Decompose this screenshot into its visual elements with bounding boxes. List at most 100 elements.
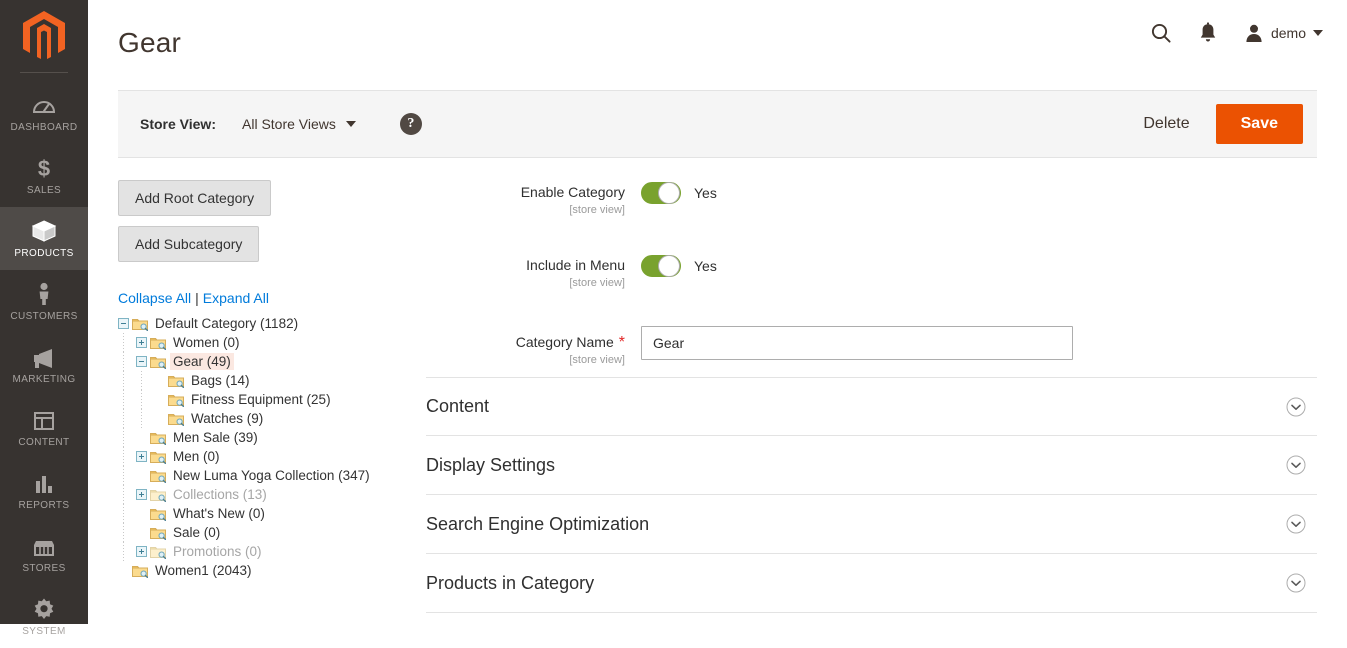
tree-node-label[interactable]: Gear (49) (170, 353, 234, 370)
section-title: Content (426, 396, 489, 417)
include-in-menu-toggle[interactable] (641, 255, 681, 277)
sidebar-item-stores[interactable]: STORES (0, 522, 88, 585)
tree-node-label[interactable]: Sale (0) (170, 524, 223, 541)
tree-expand-icon[interactable] (136, 451, 147, 462)
tree-collapse-icon[interactable] (118, 318, 129, 329)
category-name-label-text: Category Name (516, 334, 614, 350)
enable-category-scope: [store view] (426, 204, 625, 216)
tree-node[interactable]: Watches (9) (118, 409, 418, 428)
section-display-settings[interactable]: Display Settings (426, 436, 1317, 495)
add-root-category-button[interactable]: Add Root Category (118, 180, 271, 216)
chevron-down-circle-icon[interactable] (1286, 397, 1306, 417)
chevron-down-circle-icon[interactable] (1286, 514, 1306, 534)
sidebar-item-marketing[interactable]: MARKETING (0, 333, 88, 396)
store-view-select[interactable]: All Store Views (242, 116, 356, 132)
dashboard-icon (32, 93, 56, 117)
tree-node[interactable]: Promotions (0) (118, 542, 418, 561)
tree-node-label[interactable]: Watches (9) (188, 410, 266, 427)
sidebar-item-reports[interactable]: REPORTS (0, 459, 88, 522)
nav-divider (20, 72, 68, 73)
add-subcategory-button[interactable]: Add Subcategory (118, 226, 259, 262)
enable-category-control: Yes (641, 180, 717, 204)
tree-indent-guide (118, 428, 136, 447)
tree-expand-icon[interactable] (136, 489, 147, 500)
expand-all-link[interactable]: Expand All (203, 290, 269, 306)
sidebar-item-label: DASHBOARD (11, 122, 78, 133)
tree-node-label[interactable]: Default Category (1182) (152, 315, 301, 332)
collapse-all-link[interactable]: Collapse All (118, 290, 191, 306)
tree-node-label[interactable]: Collections (13) (170, 486, 270, 503)
required-marker: * (619, 334, 625, 351)
magento-logo[interactable] (0, 0, 88, 72)
tree-node[interactable]: Men Sale (39) (118, 428, 418, 447)
tree-node-label[interactable]: What's New (0) (170, 505, 268, 522)
tree-node[interactable]: What's New (0) (118, 504, 418, 523)
sidebar-item-products[interactable]: PRODUCTS (0, 207, 88, 270)
sidebar-item-dashboard[interactable]: DASHBOARD (0, 81, 88, 144)
chevron-down-circle-icon[interactable] (1286, 573, 1306, 593)
tree-node-label[interactable]: Bags (14) (188, 372, 253, 389)
bar-chart-icon (33, 471, 55, 495)
tree-node[interactable]: Sale (0) (118, 523, 418, 542)
enable-category-toggle[interactable] (641, 182, 681, 204)
tree-node-label[interactable]: Promotions (0) (170, 543, 265, 560)
delete-button[interactable]: Delete (1139, 109, 1193, 139)
folder-icon (150, 336, 166, 350)
tree-expand-icon[interactable] (136, 337, 147, 348)
tree-node-label[interactable]: Men Sale (39) (170, 429, 261, 446)
tree-node[interactable]: Women1 (2043) (118, 561, 418, 580)
search-icon[interactable] (1150, 22, 1172, 44)
category-name-input[interactable] (641, 326, 1073, 360)
dollar-icon: $ (34, 156, 54, 180)
sidebar-item-content[interactable]: CONTENT (0, 396, 88, 459)
tree-indent-guide (118, 523, 136, 542)
section-products-in-category[interactable]: Products in Category (426, 554, 1317, 613)
page-header: Gear (88, 0, 1347, 90)
user-menu[interactable]: demo (1244, 23, 1323, 43)
sidebar-item-system[interactable]: SYSTEM (0, 585, 88, 648)
field-enable-category: Enable Category [store view] Yes (426, 180, 1317, 216)
tree-node-label[interactable]: Fitness Equipment (25) (188, 391, 334, 408)
section-title: Search Engine Optimization (426, 514, 649, 535)
tree-node-label[interactable]: Men (0) (170, 448, 223, 465)
gear-icon (32, 597, 56, 621)
tree-node[interactable]: Default Category (1182) (118, 314, 418, 333)
tree-expand-icon[interactable] (136, 546, 147, 557)
folder-icon (150, 469, 166, 483)
svg-text:$: $ (38, 156, 50, 180)
tree-indent-guide (118, 447, 136, 466)
tree-node[interactable]: New Luma Yoga Collection (347) (118, 466, 418, 485)
tree-node-label[interactable]: Women (0) (170, 334, 243, 351)
section-content[interactable]: Content (426, 377, 1317, 436)
tree-node[interactable]: Fitness Equipment (25) (118, 390, 418, 409)
tree-node-label[interactable]: Women1 (2043) (152, 562, 255, 579)
sidebar-item-label: MARKETING (12, 374, 75, 385)
sidebar-item-customers[interactable]: CUSTOMERS (0, 270, 88, 333)
tree-node[interactable]: Gear (49) (118, 352, 418, 371)
sidebar-item-sales[interactable]: $ SALES (0, 144, 88, 207)
tree-collapse-icon[interactable] (136, 356, 147, 367)
section-search-engine-optimization[interactable]: Search Engine Optimization (426, 495, 1317, 554)
store-view-bar: Store View: All Store Views ? Delete Sav… (118, 90, 1317, 158)
tree-leaf-spacer (136, 432, 147, 443)
sidebar-item-label: PRODUCTS (14, 248, 73, 259)
user-name: demo (1271, 25, 1306, 41)
tree-node[interactable]: Women (0) (118, 333, 418, 352)
tree-node[interactable]: Bags (14) (118, 371, 418, 390)
question-mark-icon[interactable]: ? (400, 113, 422, 135)
tree-node[interactable]: Men (0) (118, 447, 418, 466)
tree-indent-guide (118, 542, 136, 561)
sidebar-item-label: SALES (27, 185, 61, 196)
chevron-down-circle-icon[interactable] (1286, 455, 1306, 475)
folder-icon (150, 507, 166, 521)
page-title: Gear (118, 27, 181, 59)
folder-icon (150, 545, 166, 559)
save-button[interactable]: Save (1216, 104, 1303, 144)
folder-icon (150, 355, 166, 369)
bell-icon[interactable] (1198, 22, 1218, 44)
tree-node-label[interactable]: New Luma Yoga Collection (347) (170, 467, 373, 484)
category-form: Enable Category [store view] Yes Include… (418, 180, 1317, 613)
admin-sidebar: DASHBOARD $ SALES PRODUCTS CUSTOMERS MARKETIN… (0, 0, 88, 624)
include-in-menu-value: Yes (694, 258, 717, 274)
tree-node[interactable]: Collections (13) (118, 485, 418, 504)
